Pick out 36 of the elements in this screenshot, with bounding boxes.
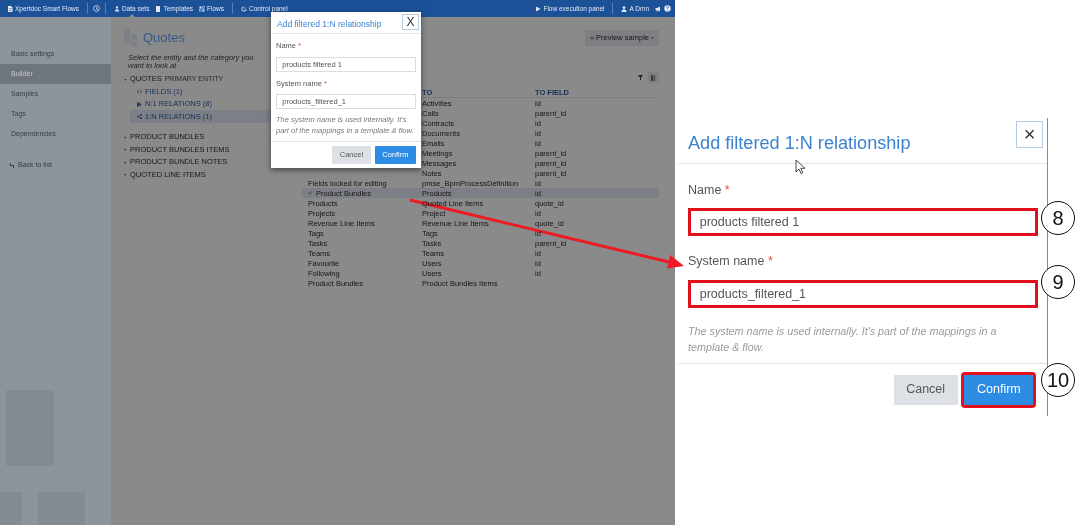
- users-icon: [113, 5, 120, 12]
- cursor-icon: [795, 159, 806, 174]
- callout-number: 10: [1041, 363, 1075, 397]
- page-icon: [155, 5, 162, 12]
- page-title: Quotes: [143, 29, 185, 47]
- code-icon: [137, 89, 142, 94]
- close-button[interactable]: ×: [1015, 120, 1044, 148]
- back-icon: [9, 161, 15, 169]
- field-label: Name *: [688, 181, 730, 199]
- megaphone-icon[interactable]: [655, 5, 661, 12]
- help-text: The system name is used internally. It's part of the mappings in a template & flow.: [688, 324, 998, 355]
- columns-icon: [650, 74, 657, 81]
- check-icon: [308, 191, 312, 196]
- cancel-button[interactable]: Cancel: [893, 374, 958, 405]
- callout-number: 8: [1041, 201, 1075, 235]
- filter-icon[interactable]: [638, 75, 643, 81]
- callout-number: 9: [1041, 265, 1075, 299]
- user-icon: [621, 5, 628, 12]
- input-field[interactable]: products filtered 1: [688, 208, 1038, 237]
- confirm-button[interactable]: Confirm: [964, 374, 1034, 405]
- field-label: System name *: [688, 253, 773, 271]
- close-button[interactable]: X: [402, 13, 419, 30]
- share-icon: [137, 114, 142, 119]
- input-field[interactable]: products_filtered_1: [688, 279, 1038, 308]
- dialog-title: Add filtered 1:N relationship: [688, 132, 911, 156]
- columns-button[interactable]: [648, 72, 659, 84]
- squares-icon: [199, 5, 206, 12]
- document-icon: [7, 5, 13, 12]
- dialog-title: Add filtered 1:N relationship: [277, 18, 382, 31]
- eye-icon: [590, 35, 595, 40]
- play-icon: [535, 5, 542, 12]
- branch-icon: [137, 101, 142, 107]
- caret-icon: [651, 36, 654, 40]
- clock-icon[interactable]: [92, 5, 100, 12]
- help-icon[interactable]: [664, 5, 671, 12]
- gauge-icon: [241, 5, 247, 12]
